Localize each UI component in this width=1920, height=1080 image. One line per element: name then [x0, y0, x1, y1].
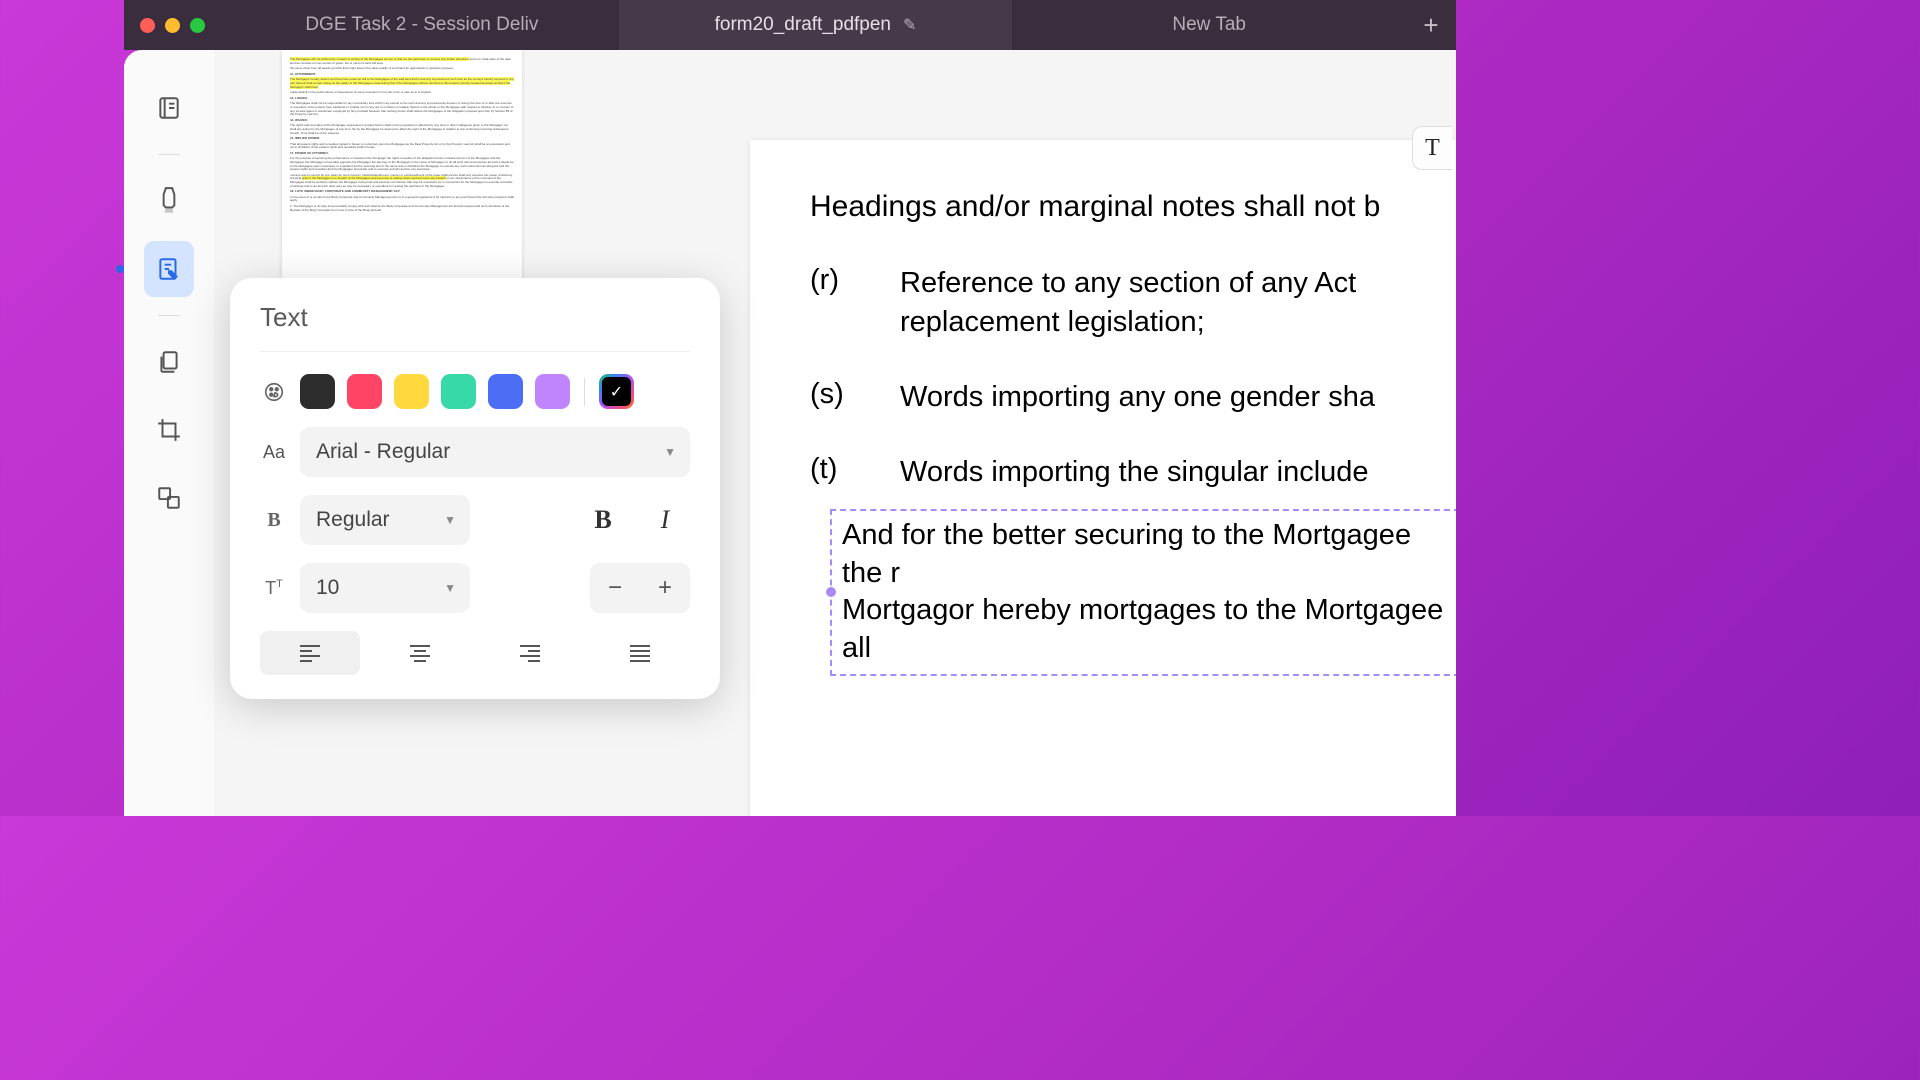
close-window-button[interactable]	[140, 18, 155, 33]
highlighter-icon	[156, 186, 182, 216]
weight-row: B Regular ▼ B I	[260, 495, 690, 545]
palette-icon	[260, 381, 288, 403]
tab-3[interactable]: New Tab	[1012, 0, 1406, 50]
clause-label: (s)	[810, 378, 900, 417]
bold-button[interactable]: B	[578, 495, 628, 545]
main-page: Headings and/or marginal notes shall not…	[750, 140, 1456, 816]
italic-button[interactable]: I	[640, 495, 690, 545]
sidebar-crop-button[interactable]	[144, 402, 194, 458]
new-tab-button[interactable]: +	[1406, 10, 1456, 41]
clause-text: Reference to any section of any Act repl…	[900, 264, 1456, 342]
size-increase-button[interactable]: +	[640, 563, 690, 613]
sidebar-layers-button[interactable]	[144, 470, 194, 526]
weight-value: Regular	[316, 508, 390, 532]
font-icon: Aa	[260, 442, 288, 463]
window-controls	[124, 18, 205, 33]
clause-text: Words importing the singular include	[900, 453, 1456, 492]
size-stepper: − +	[590, 563, 690, 613]
tab-1[interactable]: DGE Task 2 - Session Deliv	[225, 0, 619, 50]
align-justify-icon	[629, 644, 651, 662]
align-right-button[interactable]	[480, 631, 580, 675]
tab-label: form20_draft_pdfpen	[715, 14, 891, 36]
color-yellow[interactable]	[394, 374, 429, 409]
sidebar-contents-button[interactable]	[144, 80, 194, 136]
checkmark-icon: ✓	[602, 377, 631, 406]
crop-icon	[156, 417, 182, 443]
sidebar-edit-text-button[interactable]	[144, 241, 194, 297]
chevron-down-icon: ▼	[664, 445, 676, 459]
layers-icon	[156, 485, 182, 511]
book-icon	[156, 95, 182, 121]
color-picker-button[interactable]: ✓	[599, 374, 634, 409]
tab-label: DGE Task 2 - Session Deliv	[305, 14, 538, 36]
size-value: 10	[316, 576, 339, 600]
align-left-icon	[299, 644, 321, 662]
size-icon: TT	[260, 578, 288, 599]
clause-label: (t)	[810, 453, 900, 492]
color-black[interactable]	[300, 374, 335, 409]
align-center-button[interactable]	[370, 631, 470, 675]
font-value: Arial - Regular	[316, 440, 450, 464]
size-decrease-button[interactable]: −	[590, 563, 640, 613]
size-row: TT 10 ▼ − +	[260, 563, 690, 613]
align-right-icon	[519, 644, 541, 662]
edit-text-content: And for the better securing to the Mortg…	[842, 519, 1443, 664]
weight-select[interactable]: Regular ▼	[300, 495, 470, 545]
color-red[interactable]	[347, 374, 382, 409]
size-select[interactable]: 10 ▼	[300, 563, 470, 613]
divider	[158, 154, 180, 155]
chevron-down-icon: ▼	[444, 513, 456, 527]
documents-icon	[156, 349, 182, 375]
clause-row: (s) Words importing any one gender sha	[810, 378, 1456, 417]
tab-label: New Tab	[1172, 14, 1246, 36]
divider	[584, 378, 585, 406]
clause-label: (r)	[810, 264, 900, 342]
sidebar	[124, 50, 214, 816]
font-row: Aa Arial - Regular ▼	[260, 427, 690, 477]
pencil-icon: ✎	[903, 15, 916, 35]
bold-icon: B	[260, 509, 288, 532]
alignment-row	[260, 631, 690, 675]
sidebar-documents-button[interactable]	[144, 334, 194, 390]
chevron-down-icon: ▼	[444, 581, 456, 595]
color-blue[interactable]	[488, 374, 523, 409]
color-purple[interactable]	[535, 374, 570, 409]
tab-bar: DGE Task 2 - Session Deliv form20_draft_…	[225, 0, 1406, 50]
clause-text: Words importing any one gender sha	[900, 378, 1456, 417]
edit-document-icon	[156, 256, 182, 282]
align-center-icon	[409, 644, 431, 662]
minimize-window-button[interactable]	[165, 18, 180, 33]
text-edit-box[interactable]: And for the better securing to the Mortg…	[830, 509, 1456, 676]
panel-title: Text	[260, 302, 690, 352]
color-row: ✓	[260, 374, 690, 409]
titlebar: DGE Task 2 - Session Deliv form20_draft_…	[124, 0, 1456, 50]
align-justify-button[interactable]	[590, 631, 690, 675]
page-heading: Headings and/or marginal notes shall not…	[810, 190, 1456, 224]
text-tool-label: T	[1425, 135, 1440, 162]
sidebar-highlighter-button[interactable]	[144, 173, 194, 229]
tab-2[interactable]: form20_draft_pdfpen ✎	[619, 0, 1013, 50]
color-green[interactable]	[441, 374, 476, 409]
fullscreen-window-button[interactable]	[190, 18, 205, 33]
text-tool-button[interactable]: T	[1412, 126, 1452, 170]
text-format-panel: Text ✓ Aa Arial - Regular ▼ B Regular ▼ …	[230, 278, 720, 699]
font-select[interactable]: Arial - Regular ▼	[300, 427, 690, 477]
clause-row: (t) Words importing the singular include	[810, 453, 1456, 492]
divider	[158, 315, 180, 316]
clause-row: (r) Reference to any section of any Act …	[810, 264, 1456, 342]
align-left-button[interactable]	[260, 631, 360, 675]
